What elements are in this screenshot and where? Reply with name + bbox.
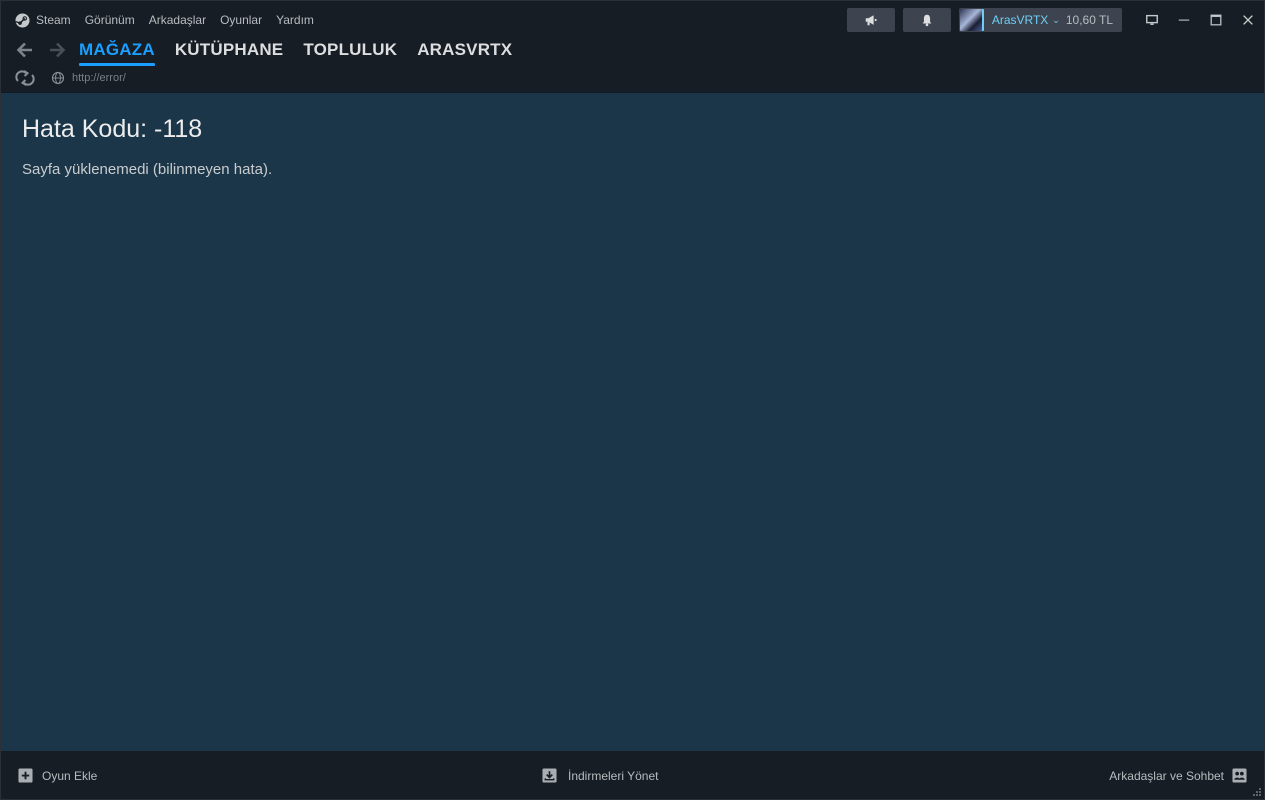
minimize-button[interactable]	[1168, 8, 1200, 32]
bell-icon	[922, 14, 932, 27]
reload-icon	[15, 70, 35, 86]
back-button[interactable]	[15, 40, 35, 60]
globe-icon	[51, 71, 65, 85]
url-text[interactable]: http://error/	[72, 72, 126, 84]
menu-friends[interactable]: Arkadaşlar	[149, 13, 206, 27]
download-icon	[542, 768, 557, 783]
manage-downloads-button[interactable]: İndirmeleri Yönet	[542, 767, 659, 784]
error-title: Hata Kodu: -118	[22, 115, 203, 143]
maximize-icon	[1210, 14, 1222, 26]
arrow-right-icon	[50, 42, 66, 58]
megaphone-icon	[865, 15, 877, 26]
menu-help[interactable]: Yardım	[276, 13, 314, 27]
main-navigation: MAĞAZA KÜTÜPHANE TOPLULUK ARASVRTX	[15, 37, 532, 66]
reload-button[interactable]	[15, 70, 37, 86]
close-icon	[1243, 15, 1253, 25]
resize-grip-icon[interactable]	[1252, 787, 1262, 797]
title-bar: Steam Görünüm Arkadaşlar Oyunlar Yardım	[1, 1, 1264, 92]
menu-games[interactable]: Oyunlar	[220, 13, 262, 27]
add-game-label: Oyun Ekle	[42, 768, 98, 783]
arrow-left-icon	[16, 42, 32, 58]
chevron-down-icon: ⌄	[1052, 14, 1060, 25]
friends-chat-label: Arkadaşlar ve Sohbet	[1109, 768, 1224, 783]
menu-view[interactable]: Görünüm	[85, 13, 135, 27]
wallet-balance: 10,60 TL	[1065, 13, 1113, 27]
forward-button[interactable]	[47, 40, 67, 60]
add-game-button[interactable]: Oyun Ekle	[18, 767, 97, 784]
big-picture-button[interactable]	[1136, 8, 1168, 32]
announcements-button[interactable]	[846, 8, 895, 32]
monitor-icon	[1146, 14, 1158, 25]
steam-window: Steam Görünüm Arkadaşlar Oyunlar Yardım	[0, 0, 1265, 800]
tab-profile[interactable]: ARASVRTX	[417, 39, 512, 61]
avatar	[959, 9, 984, 31]
tab-library[interactable]: KÜTÜPHANE	[175, 39, 284, 61]
maximize-button[interactable]	[1200, 8, 1232, 32]
account-name: ArasVRTX	[991, 13, 1049, 27]
url-bar: http://error/	[15, 69, 126, 87]
browser-content: Hata Kodu: -118 Sayfa yüklenemedi (bilin…	[1, 92, 1264, 751]
tab-store[interactable]: MAĞAZA	[79, 39, 155, 66]
notifications-button[interactable]	[902, 8, 951, 32]
minimize-icon	[1178, 19, 1190, 21]
bottom-bar: Oyun Ekle İndirmeleri Yönet Arkadaşlar v…	[1, 751, 1264, 799]
friends-chat-button[interactable]: Arkadaşlar ve Sohbet	[1109, 767, 1247, 784]
friends-icon	[1232, 768, 1247, 783]
menu-steam-label: Steam	[36, 13, 71, 27]
tab-community[interactable]: TOPLULUK	[303, 39, 397, 61]
error-message: Sayfa yüklenemedi (bilinmeyen hata).	[22, 161, 273, 178]
title-bar-controls: ArasVRTX ⌄ 10,60 TL	[846, 8, 1264, 32]
account-menu-button[interactable]: ArasVRTX ⌄ 10,60 TL	[958, 8, 1122, 32]
plus-square-icon	[18, 768, 33, 783]
steam-logo-icon	[15, 12, 30, 28]
menu-bar: Steam Görünüm Arkadaşlar Oyunlar Yardım	[15, 11, 328, 29]
menu-steam[interactable]: Steam	[15, 12, 71, 28]
manage-downloads-label: İndirmeleri Yönet	[568, 768, 659, 783]
close-button[interactable]	[1232, 8, 1264, 32]
